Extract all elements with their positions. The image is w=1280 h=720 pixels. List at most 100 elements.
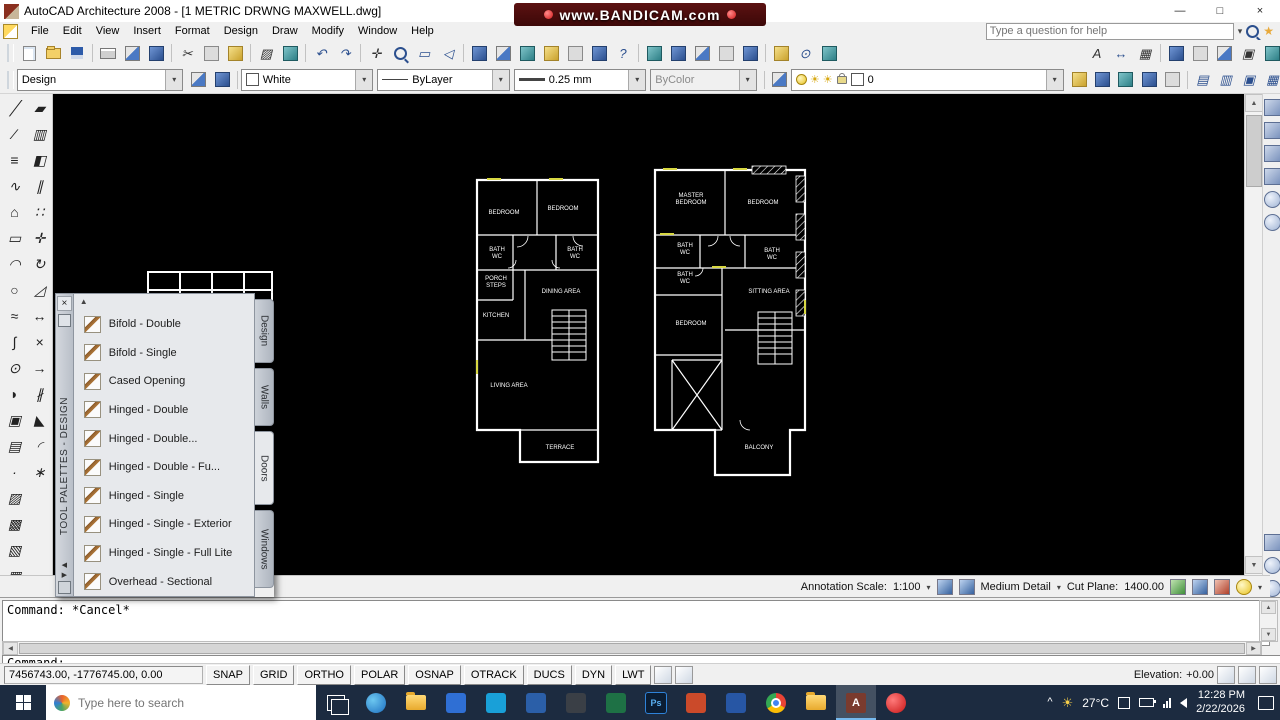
sheet-set-manager-button[interactable] [539,41,563,65]
point-tool[interactable]: · [2,459,27,485]
properties-button[interactable] [467,41,491,65]
style-manager-button[interactable] [714,41,738,65]
scale-tool[interactable]: ◿ [27,277,52,303]
layer-lock-icon[interactable] [836,72,847,84]
tab-design[interactable]: Design [255,299,274,363]
chamfer-tool[interactable]: ◣ [27,407,52,433]
chevron-down-icon[interactable]: ▾ [628,69,646,90]
taskbar-clock[interactable]: 12:28 PM 2/22/2026 [1196,689,1245,717]
search-icon[interactable] [1246,24,1260,38]
rectangle-tool[interactable]: ▭ [2,225,27,251]
circle-tool[interactable]: ○ [2,277,27,303]
lineweight-combo[interactable]: 0.25 mm ▾ [513,68,647,91]
layer-isolate-button[interactable] [1137,68,1160,92]
regen-icon[interactable] [1263,214,1280,231]
zoom-realtime-button[interactable] [388,41,412,65]
scroll-right-icon[interactable]: ▶ [1246,642,1261,655]
autocad-app-icon[interactable] [4,3,19,19]
table-style-button[interactable]: ▦ [1133,41,1157,65]
zoom-window-button[interactable]: ▭ [412,41,436,65]
weather-sun-icon[interactable]: ☀ [1062,695,1074,711]
start-button[interactable] [0,685,46,720]
project-navigator-palette-icon[interactable] [1263,534,1280,551]
record-button[interactable] [876,685,916,720]
plotstyle-combo[interactable]: ByColor ▾ [650,68,757,91]
polar-toggle[interactable]: POLAR [354,665,406,685]
refresh-icon[interactable] [1263,191,1280,208]
break-tool[interactable]: ∦ [27,381,52,407]
menu-view[interactable]: View [89,23,127,39]
extend-tool[interactable]: → [27,355,52,381]
layer-states-button[interactable] [1114,68,1137,92]
stretch-tool[interactable]: ↔ [27,303,52,329]
polygon-tool[interactable]: ⌂ [2,199,27,225]
erase-tool[interactable]: ▰ [27,95,52,121]
style-manager-quick-button[interactable] [187,68,210,92]
offset-tool[interactable]: ∥ [27,173,52,199]
make-block-tool[interactable]: ▤ [2,433,27,459]
designcenter-button[interactable] [491,41,515,65]
scroll-down-icon[interactable]: ▼ [1245,556,1263,574]
trim-tool[interactable]: × [27,329,52,355]
copy-clip-button[interactable] [199,41,223,65]
powerpoint-button[interactable] [676,685,716,720]
annotation-scale-value[interactable]: 1:100 [893,581,921,593]
chevron-down-icon[interactable]: ▾ [1045,69,1063,90]
command-history[interactable]: Command: *Cancel* [2,600,1270,646]
construction-line-tool[interactable]: ∕ [2,121,27,147]
palette-item-bifold-single[interactable]: Bifold - Single [74,338,255,367]
close-icon[interactable]: × [56,296,72,311]
spline-tool[interactable]: ∫ [2,329,27,355]
orbit-icon[interactable] [1263,145,1280,162]
help-search-input[interactable] [985,22,1234,40]
tab-walls[interactable]: Walls [255,368,274,426]
auto-hide-pin-icon[interactable] [57,314,71,327]
project-navigator-button[interactable] [690,41,714,65]
detail-level-value[interactable]: Medium Detail [981,581,1051,593]
viewport-scale-button[interactable]: ▤ [1191,68,1214,92]
network-icon[interactable] [1163,697,1172,708]
elevation-value[interactable]: +0.00 [1186,669,1214,681]
render-button[interactable] [817,41,841,65]
ortho-toggle[interactable]: ORTHO [297,665,351,685]
region-tool[interactable]: ▧ [2,537,27,563]
viewports-button[interactable]: ▣ [1236,41,1260,65]
toolbar-grip[interactable] [7,44,14,62]
clean-screen-button[interactable] [1188,41,1212,65]
drawing-window-icon[interactable] [3,23,18,39]
osnap-toggle[interactable]: OSNAP [408,665,461,685]
grid-toggle[interactable]: GRID [252,665,295,685]
annotation-monitor-icon[interactable] [675,666,694,684]
palette-item-hinged-single[interactable]: Hinged - Single [74,482,255,511]
mirror-tool[interactable]: ◧ [27,147,52,173]
ellipse-arc-tool[interactable]: ◗ [2,381,27,407]
mail-button[interactable] [516,685,556,720]
text-style-button[interactable]: A [1085,41,1109,65]
color-combo[interactable]: White ▾ [240,68,374,91]
menu-insert[interactable]: Insert [126,23,168,39]
camera-button[interactable] [556,685,596,720]
weather-temperature[interactable]: 27°C [1082,696,1109,710]
rotate-tool[interactable]: ↻ [27,251,52,277]
gradient-tool[interactable]: ▩ [2,511,27,537]
workspace-button[interactable] [1164,41,1188,65]
tool-palette-titlebar[interactable]: × TOOL PALETTES - DESIGN ◀ ▶ [55,293,74,597]
palette-item-hinged-double-full[interactable]: Hinged - Double - Fu... [74,453,255,482]
insert-block-tool[interactable]: ▣ [2,407,27,433]
ducs-toggle[interactable]: DUCS [526,665,572,685]
dyn-toggle[interactable]: DYN [574,665,613,685]
canvas-vertical-scrollbar[interactable]: ▲ ▼ [1244,93,1263,575]
palette-properties-icon[interactable] [57,581,71,594]
snap-toggle[interactable]: SNAP [206,665,250,685]
named-views-button[interactable] [769,41,793,65]
palette-item-hinged-single-full-lite[interactable]: Hinged - Single - Full Lite [74,539,255,568]
layer-on-bulb-icon[interactable] [795,74,807,85]
scroll-down-icon[interactable]: ▼ [1261,628,1276,641]
surface-hatch-toggle-icon[interactable] [1169,579,1186,595]
menu-modify[interactable]: Modify [305,23,351,39]
layer-freeze-button[interactable] [1161,68,1184,92]
sync-icon[interactable] [1263,557,1280,574]
dimension-style-button[interactable]: ↔ [1109,41,1133,65]
volume-icon[interactable] [1180,697,1188,708]
file-explorer-button[interactable] [396,685,436,720]
